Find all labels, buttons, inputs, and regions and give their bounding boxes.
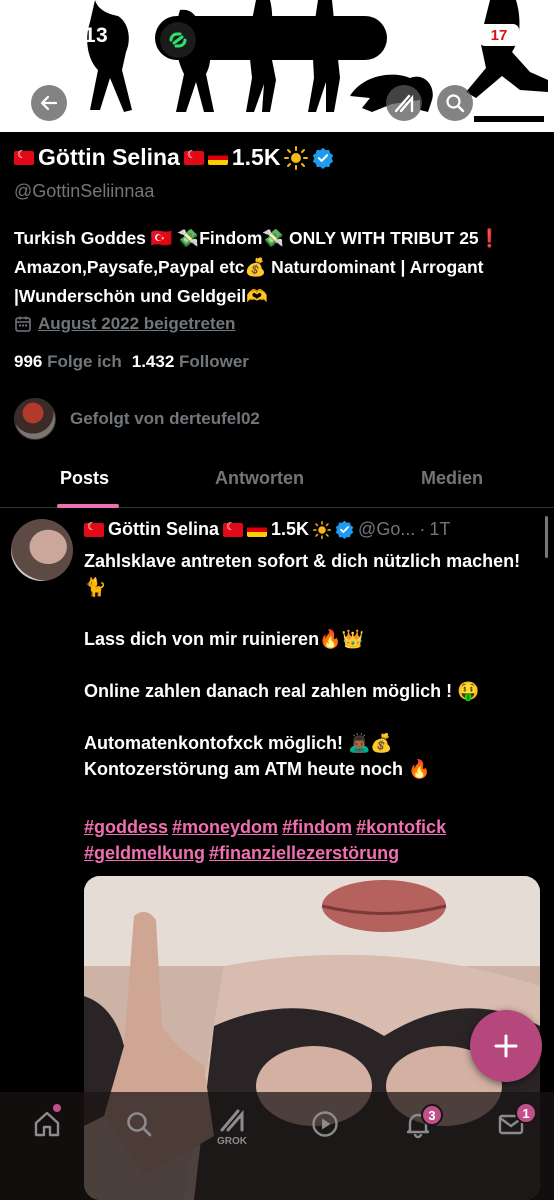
link-app-icon <box>160 22 196 58</box>
messages-badge: 1 <box>515 1102 537 1124</box>
profile-handle: @GottinSeliinnaa <box>14 181 155 201</box>
following-link[interactable]: 996 Folge ich <box>14 352 122 372</box>
profile-name-row: Göttin Selina 1.5K <box>14 144 334 171</box>
germany-flag-icon <box>247 522 268 537</box>
following-label: Folge ich <box>47 352 122 371</box>
post-header: Göttin Selina 1.5K @Go... · 1T <box>84 519 524 540</box>
followed-by-row[interactable]: Gefolgt von derteufel02 <box>14 398 260 440</box>
turkey-flag-icon <box>14 148 34 165</box>
post-line: Lass dich von mir ruinieren🔥👑 <box>84 629 364 649</box>
grok-label: GROK <box>217 1136 247 1147</box>
profile-name-suffix: 1.5K <box>231 144 281 170</box>
joined-date-text[interactable]: August 2022 beigetreten <box>38 314 235 334</box>
hashtag-link[interactable]: #geldmelkung <box>84 843 205 863</box>
post-author-handle[interactable]: @Go... <box>358 519 415 540</box>
compose-post-button[interactable] <box>470 1010 542 1082</box>
search-icon <box>446 94 465 113</box>
avatar <box>14 398 56 440</box>
hashtag-link[interactable]: #findom <box>282 817 352 837</box>
turkey-flag-icon <box>84 520 104 537</box>
active-tab-indicator <box>57 504 119 508</box>
profile-name: Göttin Selina <box>38 144 180 170</box>
turkey-flag-icon <box>183 148 204 165</box>
post-text[interactable]: Zahlsklave antreten sofort & dich nützli… <box>84 548 534 782</box>
germany-flag-icon <box>207 150 228 165</box>
hashtag-link[interactable]: #kontofick <box>356 817 446 837</box>
profile-banner: 23:13 5G 17 <box>0 0 554 132</box>
post-hashtags: #goddess #moneydom #findom #kontofick #geld… <box>84 814 534 866</box>
search-icon <box>127 1112 152 1137</box>
post-line: Kontozerstörung am ATM heute noch 🔥 <box>84 759 431 779</box>
calendar-icon <box>15 316 31 332</box>
tab-posts[interactable]: Posts <box>60 468 109 489</box>
post-line: Online zahlen danach real zahlen möglich… <box>84 681 480 701</box>
sun-icon <box>284 145 309 170</box>
profile-tabs: Posts Antworten Medien <box>0 456 554 508</box>
post-separator: · <box>419 519 426 539</box>
grok-icon <box>394 94 414 113</box>
scrollbar[interactable] <box>545 516 548 558</box>
back-arrow-icon <box>40 95 58 111</box>
followers-count: 1.432 <box>131 352 175 371</box>
bottom-navigation <box>0 1092 554 1200</box>
network-type: 5G <box>446 26 469 45</box>
status-time: 23:13 <box>52 24 109 47</box>
hashtag-link[interactable]: #moneydom <box>172 817 278 837</box>
notifications-badge: 3 <box>421 1104 443 1126</box>
tab-replies[interactable]: Antworten <box>215 468 304 489</box>
following-count: 996 <box>14 352 43 371</box>
followers-label: Follower <box>179 352 249 371</box>
nav-video[interactable] <box>305 1104 345 1144</box>
cell-signal-icon <box>412 29 437 43</box>
hashtag-link[interactable]: #goddess <box>84 817 168 837</box>
turkey-flag-icon <box>223 520 244 537</box>
grok-button[interactable] <box>386 85 422 121</box>
post-line: Automatenkontofxck möglich! 🙇🏾‍♂️💰 <box>84 733 393 753</box>
plus-icon <box>494 1034 518 1058</box>
profile-bio: Turkish Goddes 🇹🇷 💸Findom💸 ONLY WITH TRI… <box>14 228 501 306</box>
battery-level: 17 <box>479 24 523 46</box>
nav-grok[interactable] <box>212 1100 252 1140</box>
joined-date: August 2022 beigetreten <box>14 314 235 334</box>
grok-icon <box>220 1109 244 1132</box>
hashtag-link[interactable]: #finanziellezerstörung <box>209 843 399 863</box>
sun-icon <box>313 520 332 539</box>
verified-icon <box>335 520 354 539</box>
tab-media[interactable]: Medien <box>421 468 483 489</box>
post-author-name-suffix: 1.5K <box>271 519 310 539</box>
nav-home[interactable] <box>27 1104 67 1144</box>
verified-icon[interactable] <box>312 147 334 169</box>
post-time[interactable]: 1T <box>429 519 450 540</box>
followers-link[interactable]: 1.432 Follower <box>132 352 249 372</box>
home-icon <box>34 1111 60 1137</box>
back-button[interactable] <box>31 85 67 121</box>
play-icon <box>312 1111 338 1137</box>
nav-search[interactable] <box>119 1104 159 1144</box>
post-author-name[interactable]: Göttin Selina <box>108 519 219 540</box>
post-author-avatar[interactable] <box>11 519 73 581</box>
post-line: Zahlsklave antreten sofort & dich nützli… <box>84 551 521 597</box>
follow-stats: 996 Folge ich 1.432 Follower <box>14 352 249 372</box>
home-unread-dot <box>53 1104 61 1112</box>
search-button[interactable] <box>437 85 473 121</box>
followed-by-text: Gefolgt von derteufel02 <box>70 409 260 428</box>
